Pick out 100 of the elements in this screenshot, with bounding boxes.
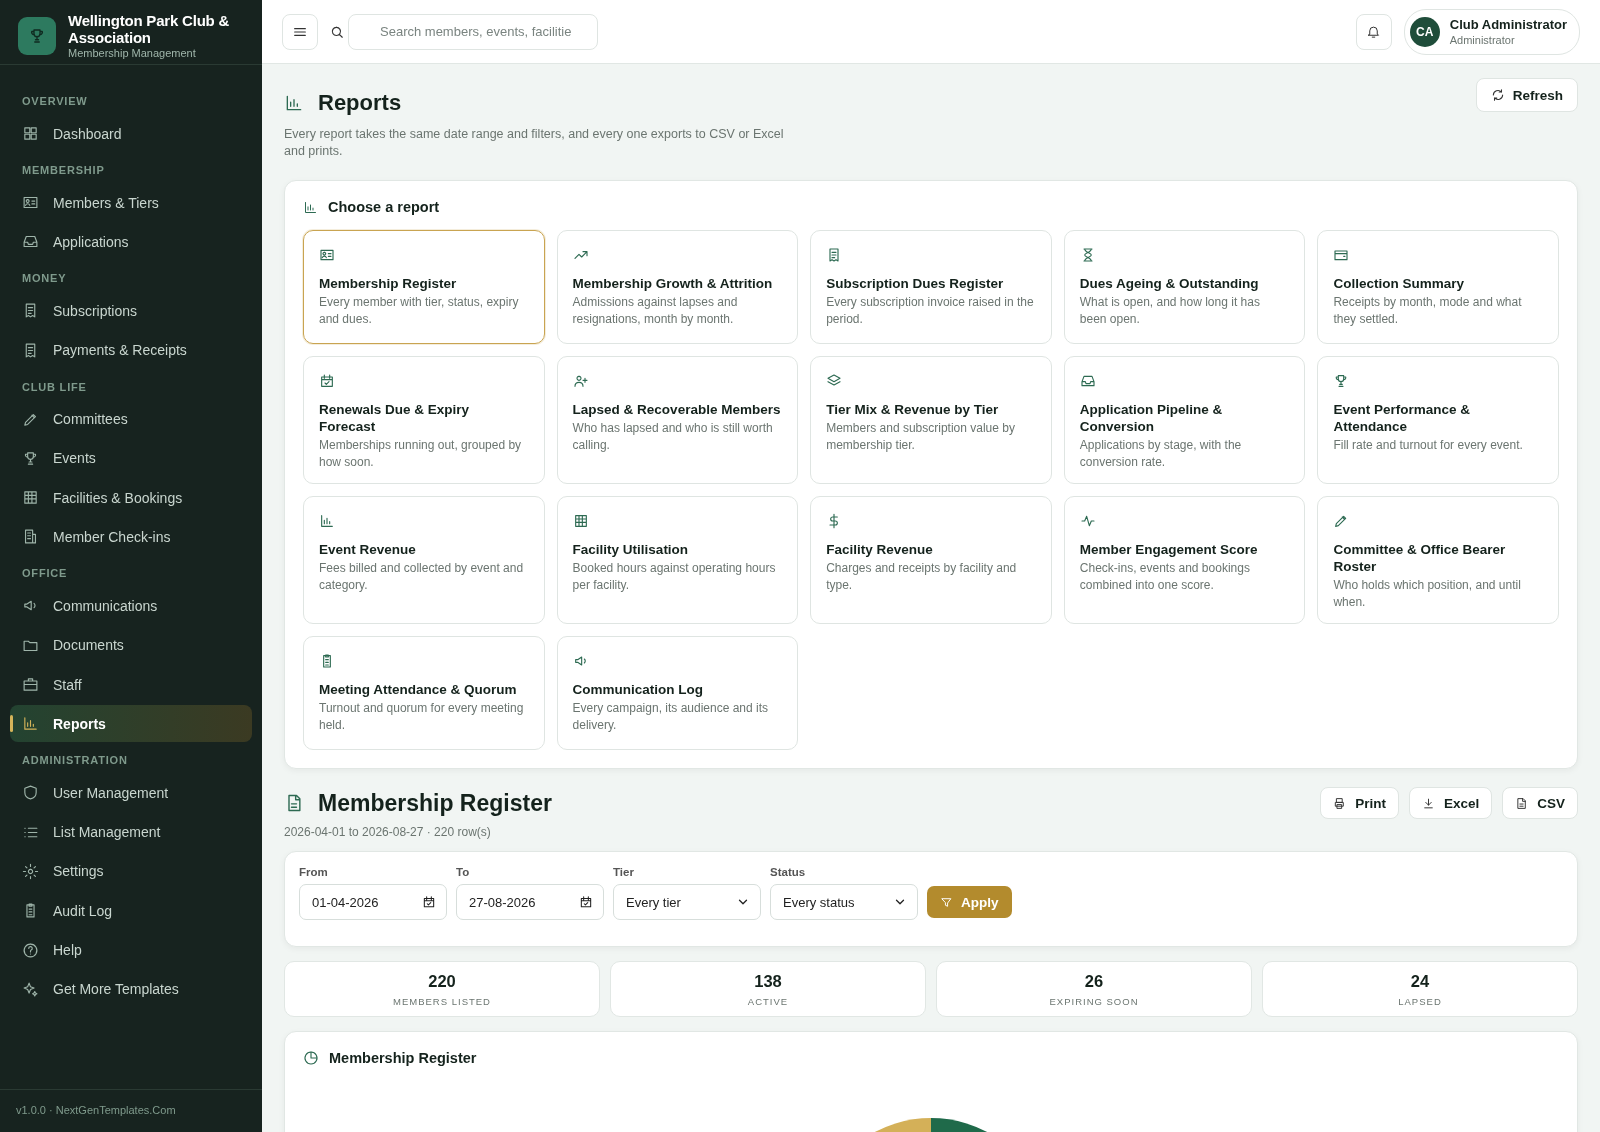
user-plus-icon: [572, 373, 589, 389]
nav-item[interactable]: Committees: [10, 400, 252, 438]
trophy-icon: [22, 449, 39, 467]
nav-item[interactable]: Applications: [10, 223, 252, 261]
shield-icon: [22, 784, 39, 802]
id-card-icon: [319, 247, 335, 263]
filter-label: To: [456, 866, 471, 878]
report-card[interactable]: Event Performance & Attendance Fill rate and turnout for every event.: [1317, 356, 1559, 484]
report-title: Subscription Dues Register: [826, 275, 1005, 292]
report-card[interactable]: Committee & Office Bearer Roster Who holds which position, and until when.: [1317, 496, 1559, 624]
pulse-icon: [1079, 513, 1096, 529]
section-heading: OVERVIEW: [21, 94, 89, 109]
dropdown[interactable]: Every status: [770, 884, 918, 920]
nav-item[interactable]: Payments & Receipts: [10, 331, 252, 369]
megaphone-icon: [572, 653, 589, 669]
filter-label: Tier: [613, 866, 635, 878]
report-description: Admissions against lapses and resignations, month by month.: [572, 294, 739, 328]
nav-item[interactable]: Documents: [10, 626, 252, 664]
nav-item[interactable]: Events: [10, 439, 252, 477]
report-card[interactable]: Renewals Due & Expiry Forecast Memberships running out, grouped by how soon.: [303, 356, 545, 484]
report-title: Event Revenue: [319, 541, 417, 558]
section-heading: MONEY: [21, 271, 68, 287]
search-icon: [330, 24, 344, 39]
bar-chart-icon: [319, 513, 335, 529]
stat-label: LAPSED: [1398, 995, 1442, 1007]
date-field[interactable]: 27-08-2026: [456, 884, 604, 920]
report-card[interactable]: Meeting Attendance & Quorum Turnout and quorum for every meeting held.: [303, 636, 545, 750]
report-description: Who has lapsed and who is still worth calling.: [572, 420, 774, 454]
report-title: Meeting Attendance & Quorum: [319, 681, 518, 698]
club-logo-icon: [18, 16, 56, 55]
nav-item[interactable]: Audit Log: [10, 892, 252, 930]
bell-icon: [1366, 24, 1382, 39]
app-subtitle: Membership Management: [68, 47, 197, 59]
user-avatar: CA: [1409, 16, 1440, 47]
report-title: Tier Mix & Revenue by Tier: [826, 401, 1000, 418]
stat-value: 26: [1084, 971, 1104, 991]
nav-item[interactable]: Reports: [10, 705, 252, 743]
nav-item[interactable]: Get More Templates: [10, 970, 252, 1008]
report-card[interactable]: Lapsed & Recoverable Members Who has lapsed and who is still worth calling.: [556, 356, 799, 484]
report-card[interactable]: Dues Ageing & Outstanding What is open, and how long it has been open.: [1063, 230, 1306, 344]
stat-label: ACTIVE: [747, 995, 789, 1007]
user-role: Administrator: [1449, 34, 1516, 46]
nav-item[interactable]: List Management: [10, 813, 252, 851]
report-card[interactable]: Facility Utilisation Booked hours against operating hours per facility.: [556, 496, 799, 624]
menu-button[interactable]: [282, 13, 318, 50]
calendar-icon: [319, 373, 335, 389]
printer-icon: [1333, 796, 1347, 810]
excel-button[interactable]: Excel: [1408, 787, 1493, 819]
section-heading: ADMINISTRATION: [21, 753, 129, 769]
report-card[interactable]: Facility Revenue Charges and receipts by facility and type.: [810, 496, 1052, 624]
calendar-icon: [422, 895, 436, 909]
version-text: v1.0.0 · NextGenTemplates.Com: [0, 1089, 262, 1132]
print-button[interactable]: Print: [1320, 787, 1399, 819]
user-menu[interactable]: CA Club Administrator Administrator: [1403, 8, 1580, 55]
bar-chart-icon: [303, 199, 318, 215]
nav-item[interactable]: Subscriptions: [10, 292, 252, 330]
sparkle-icon: [22, 980, 39, 998]
dropdown[interactable]: Every tier: [613, 884, 761, 920]
nav-item[interactable]: Members & Tiers: [10, 184, 252, 221]
briefcase-icon: [22, 676, 39, 694]
section-heading: MEMBERSHIP: [21, 163, 106, 178]
report-title: Lapsed & Recoverable Members: [572, 401, 782, 418]
report-card[interactable]: Membership Register Every member with tier, status, expiry and dues.: [303, 230, 545, 344]
report-description: Every subscription invoice raised in the period.: [826, 294, 1035, 328]
refresh-button[interactable]: Refresh: [1475, 78, 1578, 112]
date-field[interactable]: 01-04-2026: [299, 884, 447, 920]
nav-item[interactable]: Facilities & Bookings: [10, 479, 252, 517]
report-card[interactable]: Subscription Dues Register Every subscription invoice raised in the period.: [810, 230, 1052, 344]
report-description: Turnout and quorum for every meeting held.: [319, 700, 525, 734]
search-field[interactable]: Search members, events, facilitie: [348, 13, 598, 50]
report-card[interactable]: Membership Growth & Attrition Admissions against lapses and resignations, month by month.: [556, 230, 799, 344]
stat-label: MEMBERS LISTED: [393, 995, 491, 1007]
wallet-icon: [1333, 247, 1350, 263]
report-card[interactable]: Tier Mix & Revenue by Tier Members and subscription value by membership tier.: [810, 356, 1052, 484]
report-card[interactable]: Collection Summary Receipts by month, mode and what they settled.: [1317, 230, 1559, 344]
nav-item[interactable]: Help: [10, 931, 252, 969]
report-card[interactable]: Communication Log Every campaign, its audience and its delivery.: [556, 636, 799, 750]
nav-item[interactable]: Communications: [10, 587, 252, 625]
page-title: Reports: [318, 90, 402, 116]
report-heading: Membership Register: [318, 789, 552, 817]
report-description: Receipts by month, mode and what they settled.: [1333, 294, 1523, 328]
nav-item[interactable]: Dashboard: [10, 115, 252, 152]
report-description: Fees billed and collected by event and category.: [319, 560, 525, 594]
nav-item[interactable]: Member Check-ins: [10, 518, 252, 556]
notifications-button[interactable]: [1355, 13, 1392, 50]
page-description: Every report takes the same date range and filters, and every one exports to CSV or Excel and prints.: [284, 126, 785, 160]
report-card[interactable]: Member Engagement Score Check-ins, events and bookings combined into one score.: [1063, 496, 1306, 624]
section-heading: CLUB LIFE: [21, 379, 88, 395]
chart-title: Membership Register: [329, 1050, 477, 1066]
report-card[interactable]: Application Pipeline & Conversion Applications by stage, with the conversion rate.: [1063, 356, 1306, 484]
help-icon: [22, 941, 39, 959]
nav-item[interactable]: Staff: [10, 666, 252, 704]
club-name: Wellington Park Club & Association: [68, 12, 231, 46]
csv-button[interactable]: CSV: [1502, 787, 1578, 819]
nav-item[interactable]: Settings: [10, 852, 252, 890]
report-description: Every campaign, its audience and its delivery.: [572, 700, 770, 734]
user-name: Club Administrator: [1449, 17, 1567, 32]
report-card[interactable]: Event Revenue Fees billed and collected by event and category.: [303, 496, 545, 624]
stat-value: 24: [1410, 971, 1430, 991]
nav-item[interactable]: User Management: [10, 774, 252, 812]
